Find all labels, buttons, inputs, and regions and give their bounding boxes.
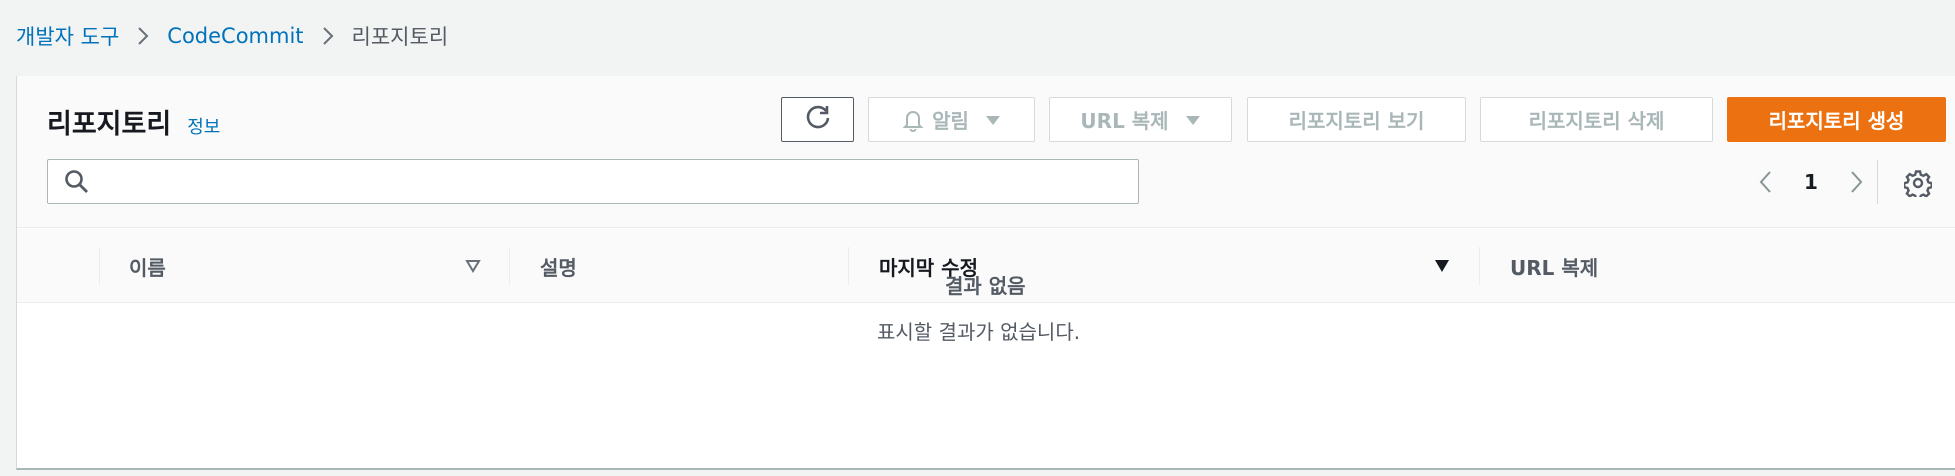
- url-clone-button[interactable]: URL 복제: [1049, 97, 1232, 142]
- column-header-url-clone[interactable]: URL 복제: [1510, 229, 1598, 303]
- column-header-description[interactable]: 설명: [540, 229, 577, 303]
- page-title: 리포지토리 정보: [47, 102, 220, 141]
- view-repository-button[interactable]: 리포지토리 보기: [1247, 97, 1466, 142]
- caret-down-icon: [1185, 114, 1201, 126]
- sort-descending-outline-icon[interactable]: [465, 229, 481, 303]
- gear-icon[interactable]: [1903, 168, 1933, 198]
- bell-icon: [902, 108, 924, 132]
- chevron-left-icon[interactable]: [1753, 170, 1777, 194]
- column-divider: [848, 247, 849, 285]
- notify-button[interactable]: 알림: [868, 97, 1035, 142]
- current-page[interactable]: 1: [1804, 170, 1818, 194]
- info-link[interactable]: 정보: [187, 113, 220, 139]
- column-divider: [509, 247, 510, 285]
- notify-label: 알림: [932, 109, 969, 133]
- page-title-text: 리포지토리: [47, 109, 172, 140]
- url-clone-label: URL 복제: [1080, 109, 1169, 133]
- empty-state-message: 표시할 결과가 없습니다.: [877, 320, 1081, 344]
- column-divider: [1479, 247, 1480, 285]
- search-box: [47, 159, 1139, 204]
- chevron-right-icon[interactable]: [1845, 170, 1869, 194]
- delete-repository-button[interactable]: 리포지토리 삭제: [1480, 97, 1713, 142]
- column-header-name[interactable]: 이름: [129, 229, 166, 303]
- chevron-right-icon: [321, 25, 335, 47]
- breadcrumb-codecommit[interactable]: CodeCommit: [167, 24, 303, 48]
- refresh-icon: [804, 103, 832, 136]
- column-divider: [99, 247, 100, 285]
- caret-down-icon: [985, 114, 1001, 126]
- breadcrumb-developer-tools[interactable]: 개발자 도구: [16, 21, 119, 51]
- sort-descending-icon[interactable]: [1434, 229, 1450, 303]
- pagination: 1: [1753, 166, 1869, 198]
- panel-header: 리포지토리 정보 알림 URL 복제 리포지토리 보기 리포지토리 삭제 리포지…: [17, 76, 1955, 228]
- breadcrumb-repositories: 리포지토리: [351, 25, 449, 49]
- refresh-button[interactable]: [781, 97, 854, 142]
- search-icon: [64, 169, 89, 194]
- breadcrumb: 개발자 도구 CodeCommit 리포지토리: [16, 20, 448, 52]
- divider: [1877, 160, 1878, 204]
- search-input[interactable]: [89, 160, 1138, 203]
- empty-state-title-text: 결과 없음: [945, 274, 1026, 298]
- create-repository-button[interactable]: 리포지토리 생성: [1727, 97, 1946, 142]
- chevron-right-icon: [136, 25, 150, 47]
